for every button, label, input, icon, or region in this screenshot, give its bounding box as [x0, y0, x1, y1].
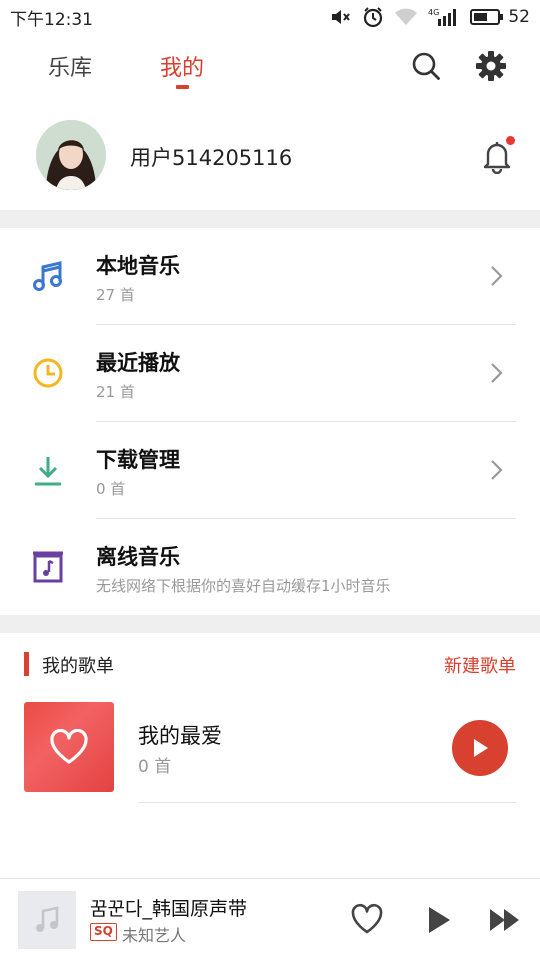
status-bar: 下午12:31 4G 52: [0, 0, 540, 34]
profile-section[interactable]: 用户514205116: [0, 104, 540, 210]
playlist-play-button[interactable]: [452, 720, 508, 776]
chevron-right-icon: [491, 363, 503, 383]
signal-icon: 4G: [428, 7, 460, 27]
like-button[interactable]: [350, 903, 384, 935]
menu-item-subtitle: 无线网络下根据你的喜好自动缓存1小时音乐: [96, 577, 391, 595]
battery-indicator: 52: [470, 7, 530, 27]
mini-player[interactable]: 꿈꾼다_韩国原声带 SQ 未知艺人: [0, 878, 540, 960]
menu-item-local-music[interactable]: 本地音乐 27 首: [0, 228, 540, 325]
section-divider: [0, 615, 540, 633]
search-button[interactable]: [410, 50, 442, 82]
notification-dot: [506, 136, 515, 145]
menu-item-subtitle: 0 首: [96, 480, 126, 498]
section-title: 我的歌单: [42, 656, 114, 677]
section-accent-bar: [24, 652, 29, 676]
mute-icon: [330, 7, 352, 27]
search-icon: [412, 52, 440, 80]
now-playing-artwork: [18, 891, 76, 949]
alarm-icon: [362, 6, 384, 28]
menu-item-title: 下载管理: [96, 448, 180, 472]
tab-mine[interactable]: 我的: [160, 50, 204, 82]
playlist-cover: [24, 702, 114, 792]
section-divider: [0, 210, 540, 228]
playlist-count: 0 首: [138, 757, 172, 777]
download-icon: [35, 457, 61, 486]
playlist-item-favorites[interactable]: 我的最爱 0 首: [0, 700, 540, 804]
offline-music-icon: [33, 551, 63, 583]
new-playlist-button[interactable]: 新建歌单: [444, 652, 516, 678]
play-icon: [474, 739, 488, 757]
top-nav: 乐库 我的: [0, 34, 540, 104]
active-tab-indicator: [176, 85, 189, 89]
menu-item-title: 离线音乐: [96, 545, 180, 569]
network-type-label: 4G: [428, 8, 439, 17]
chevron-right-icon: [491, 266, 503, 286]
play-button[interactable]: [426, 905, 452, 935]
playlist-section-header: 我的歌单 新建歌单: [0, 632, 540, 694]
menu-item-title: 本地音乐: [96, 254, 180, 278]
heart-icon: [351, 903, 383, 934]
divider: [138, 802, 516, 803]
playlist-title: 我的最爱: [138, 724, 222, 748]
music-note-icon: [36, 906, 59, 932]
menu-item-title: 最近播放: [96, 351, 180, 375]
menu-item-offline-music[interactable]: 离线音乐 无线网络下根据你的喜好自动缓存1小时音乐: [0, 519, 540, 616]
play-icon: [429, 907, 450, 933]
username: 用户514205116: [130, 146, 293, 170]
next-button[interactable]: [488, 907, 522, 933]
clock-icon: [33, 358, 63, 388]
battery-level: 52: [508, 7, 530, 27]
quality-badge: SQ: [90, 923, 117, 941]
tab-library[interactable]: 乐库: [48, 50, 92, 82]
gear-icon: [476, 51, 506, 81]
avatar[interactable]: [36, 120, 106, 190]
music-note-icon: [33, 261, 62, 291]
status-icons: 4G 52: [330, 6, 530, 28]
menu-item-subtitle: 21 首: [96, 383, 135, 401]
status-time: 下午12:31: [10, 9, 93, 30]
menu-item-recent-play[interactable]: 最近播放 21 首: [0, 325, 540, 422]
fast-forward-icon: [490, 909, 519, 931]
menu-item-subtitle: 27 首: [96, 286, 135, 304]
now-playing-title: 꿈꾼다_韩国原声带: [90, 898, 247, 920]
menu-item-download-manager[interactable]: 下载管理 0 首: [0, 422, 540, 519]
wifi-icon: [394, 7, 418, 27]
chevron-right-icon: [491, 460, 503, 480]
now-playing-artist: 未知艺人: [122, 926, 187, 945]
heart-icon: [50, 729, 88, 764]
settings-button[interactable]: [475, 50, 507, 82]
